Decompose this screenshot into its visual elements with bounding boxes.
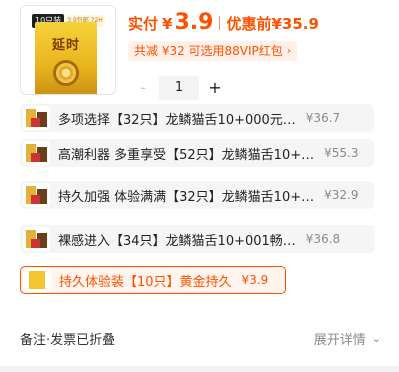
- variant-option[interactable]: 多项选择【32只】龙鳞猫舌10+000元… ¥36.7: [20, 104, 374, 132]
- remark-label: 备注·发票已折叠: [20, 332, 116, 348]
- thumb-title: 延时: [51, 38, 80, 53]
- variant-option[interactable]: 持久加强 体验满满【32只】龙鳞猫舌10+… ¥32.9: [20, 181, 374, 209]
- variant-name: 高潮利器 多重享受【52只】龙鳞猫舌10+…: [58, 147, 315, 163]
- promo-chip[interactable]: 共减 ¥32 可选用88VIP红包 ›: [128, 41, 298, 61]
- variant-name: 持久加强 体验满满【32只】龙鳞猫舌10+…: [58, 189, 315, 205]
- decrease-button[interactable]: -: [130, 76, 156, 100]
- variant-price: ¥32.9: [324, 188, 359, 202]
- variant-thumbnail: [23, 141, 50, 165]
- variant-option[interactable]: 裸感进入【34只】龙鳞猫舌10+001畅… ¥36.8: [20, 225, 375, 253]
- price-value: 3.9: [174, 10, 214, 35]
- chevron-right-icon: ›: [286, 44, 292, 57]
- bottom-divider: [0, 366, 399, 372]
- variant-price: ¥36.8: [305, 232, 341, 246]
- variant-price: ¥55.3: [324, 146, 359, 160]
- price-divider: [219, 16, 221, 30]
- variant-option-selected[interactable]: 持久体验装【10只】黄金持久 ¥3.9: [20, 266, 286, 294]
- increase-button[interactable]: +: [202, 76, 228, 100]
- variant-price: ¥36.7: [305, 111, 341, 125]
- remark-row[interactable]: 备注·发票已折叠 展开详情 ⌄: [0, 320, 399, 356]
- price-row: 实付 ¥ 3.9 优惠前 ¥35.9: [128, 10, 319, 36]
- thumb-emblem: [53, 60, 79, 86]
- variant-name: 裸感进入【34只】龙鳞猫舌10+001畅…: [58, 233, 296, 249]
- variant-name: 持久体验装【10只】黄金持久: [59, 274, 232, 290]
- promo-text: 共减 ¥32 可选用88VIP红包: [134, 44, 283, 58]
- original-price-label: 优惠前: [226, 15, 272, 33]
- quantity-stepper: - 1 +: [130, 76, 228, 100]
- original-price-value: ¥35.9: [271, 15, 319, 33]
- product-image[interactable]: 10只装 3.9包邮 72H发货 延时: [20, 5, 116, 95]
- price-currency: ¥: [162, 15, 173, 33]
- expand-details[interactable]: 展开详情 ⌄: [314, 329, 381, 348]
- variant-name: 多项选择【32只】龙鳞猫舌10+000元…: [58, 112, 296, 128]
- variant-thumbnail: [23, 227, 50, 251]
- sku-header: 10只装 3.9包邮 72H发货 延时 实付 ¥ 3.9 优惠前 ¥35.9 共…: [0, 0, 399, 104]
- variant-thumbnail: [23, 183, 50, 207]
- product-box-art: 延时: [35, 22, 97, 94]
- variant-option[interactable]: 高潮利器 多重享受【52只】龙鳞猫舌10+… ¥55.3: [20, 139, 374, 167]
- quantity-value[interactable]: 1: [159, 76, 199, 100]
- price-label: 实付: [128, 15, 159, 33]
- expand-label: 展开详情: [313, 332, 366, 348]
- variant-price: ¥3.9: [241, 273, 269, 287]
- chevron-down-icon: ⌄: [371, 331, 381, 345]
- variant-thumbnail: [24, 268, 51, 292]
- variant-thumbnail: [23, 106, 50, 130]
